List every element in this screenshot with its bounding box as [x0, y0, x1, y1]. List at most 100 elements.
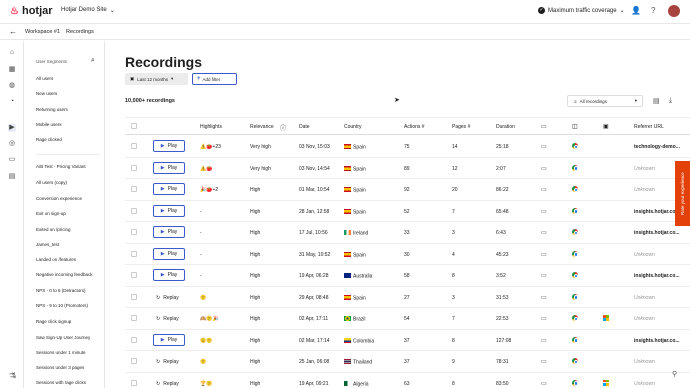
- col-relevance[interactable]: Relevance: [250, 124, 274, 130]
- play-button[interactable]: ▶ Play: [153, 140, 185, 152]
- table-row[interactable]: ↻ Replay 😕 High 29 Apr, 08:48 Spain 27 3 …: [125, 287, 690, 308]
- browser-icon: ◫: [572, 124, 578, 130]
- chrome-icon: [572, 250, 579, 257]
- col-actions[interactable]: Actions #: [404, 124, 425, 130]
- table-row[interactable]: ▶ Play ⚠️🍅+23 Very high 03 Nov, 15:03 Spa…: [125, 136, 690, 158]
- hotjar-logo[interactable]: ♨ hotjar: [10, 5, 53, 17]
- segment-item[interactable]: Mobile users: [36, 122, 62, 127]
- row-checkbox[interactable]: [131, 379, 137, 386]
- row-checkbox[interactable]: [131, 229, 137, 235]
- segment-item[interactable]: Sessions under 3 pages: [36, 365, 84, 370]
- row-checkbox[interactable]: [131, 164, 137, 171]
- table-row[interactable]: ↻ Replay 😕 High 25 Jan, 06:08 Thailand 37…: [125, 351, 690, 373]
- segment-item[interactable]: Negative incoming feedback: [36, 272, 93, 277]
- play-button[interactable]: ▶ Play: [153, 269, 185, 281]
- segment-item[interactable]: Returning users: [36, 107, 68, 112]
- chrome-icon: [572, 293, 579, 300]
- back-arrow-icon[interactable]: ←: [9, 27, 17, 36]
- table-row[interactable]: ▶ Play 😟😕 High 02 Mar, 17:14 Colombia 37 …: [125, 330, 690, 351]
- play-icon: ▶: [160, 143, 165, 149]
- page-title: Recordings: [125, 54, 203, 70]
- segment-item[interactable]: All users: [36, 76, 53, 81]
- col-referrer[interactable]: Referrer URL: [634, 124, 664, 130]
- avatar[interactable]: [668, 5, 680, 17]
- table-row[interactable]: ▶ Play - High 17 Jul, 10:56 Ireland 33 3 …: [125, 222, 690, 244]
- dashboard-icon[interactable]: ▦: [8, 66, 16, 74]
- segment-item[interactable]: Sessions under 1 minute: [36, 350, 86, 355]
- row-checkbox[interactable]: [131, 315, 137, 321]
- heatmap-icon[interactable]: ◍: [8, 82, 16, 90]
- download-icon[interactable]: ⤓: [669, 97, 672, 105]
- replay-button[interactable]: ↻ Replay: [156, 381, 179, 387]
- relevance: Very high: [250, 165, 271, 172]
- segment-item[interactable]: New users: [36, 91, 57, 96]
- table-row[interactable]: ↻ Replay 🙉😕🎉 High 02 Apr, 17:11 Brazil 54…: [125, 308, 690, 330]
- col-date[interactable]: Date: [299, 124, 310, 130]
- segment-item[interactable]: Rage click signup: [36, 319, 71, 324]
- table-row[interactable]: ▶ Play - High 28 Jan, 12:58 Spain 52 7 65…: [125, 201, 690, 222]
- table-row[interactable]: ▶ Play 🎉🍅+2 High 01 Mar, 10:54 Spain 92 2…: [125, 179, 690, 201]
- traffic-coverage-selector[interactable]: ✓ Maximum traffic coverage ⌄: [538, 7, 625, 14]
- play-button[interactable]: ▶ Play: [153, 183, 185, 195]
- desktop-icon: ▭: [541, 316, 547, 322]
- segment-item[interactable]: Conversion experience: [36, 196, 82, 201]
- col-pages[interactable]: Pages #: [452, 124, 470, 130]
- segment-item[interactable]: Sessions with rage clicks: [36, 380, 86, 385]
- table-row[interactable]: ▶ Play ⚠️🍅 Very high 03 Nov, 14:54 Spain …: [125, 158, 690, 179]
- replay-button[interactable]: ↻ Replay: [156, 359, 179, 365]
- segment-item[interactable]: Saw Sign-Up User Journey: [36, 335, 90, 340]
- segment-item[interactable]: A/B Test - Pricing Variant: [36, 164, 86, 169]
- row-checkbox[interactable]: [131, 186, 137, 192]
- home-icon[interactable]: ⌂: [8, 49, 16, 57]
- row-checkbox[interactable]: [131, 143, 137, 149]
- feedback-tab[interactable]: Rate your experience: [675, 161, 690, 226]
- play-button[interactable]: ▶ Play: [153, 226, 185, 238]
- segment-item[interactable]: Exit on sign-up: [36, 211, 66, 216]
- table-row[interactable]: ▶ Play - High 31 May, 10:52 Spain 30 4 45…: [125, 244, 690, 265]
- segment-item[interactable]: NPS - 0 to 6 (Detractors): [36, 288, 86, 293]
- add-user-icon[interactable]: 👤: [631, 6, 641, 15]
- segment-item[interactable]: James_test: [36, 242, 59, 247]
- segment-item[interactable]: Rage clicked: [36, 137, 62, 142]
- row-checkbox[interactable]: [131, 207, 137, 214]
- funnels-icon[interactable]: ◎: [8, 140, 16, 148]
- segment-item[interactable]: All users (copy): [36, 180, 67, 185]
- help-icon[interactable]: ?: [651, 6, 655, 15]
- row-checkbox[interactable]: [131, 336, 137, 343]
- search-icon[interactable]: ⌕: [91, 57, 95, 65]
- select-all-checkbox[interactable]: [131, 123, 137, 129]
- col-country[interactable]: Country: [344, 124, 362, 130]
- date-filter-button[interactable]: ▣ Last 12 months ▾: [125, 73, 188, 85]
- segment-item[interactable]: Exited on /pricing: [36, 227, 71, 232]
- play-button[interactable]: ▶ Play: [153, 247, 185, 260]
- col-duration[interactable]: Duration: [496, 124, 515, 130]
- segment-item[interactable]: Landed on /features: [36, 257, 76, 262]
- surveys-icon[interactable]: ▤: [8, 173, 16, 181]
- play-button[interactable]: ▶ Play: [153, 204, 185, 217]
- columns-icon[interactable]: ▤: [653, 97, 660, 105]
- recordings-icon[interactable]: ▶: [8, 124, 16, 132]
- segment-item[interactable]: NPS - 9 to 10 (Promoters): [36, 303, 88, 308]
- mouse-cursor-icon: ➤: [394, 97, 400, 104]
- add-filter-button[interactable]: + Add filter: [192, 73, 237, 85]
- row-checkbox[interactable]: [131, 293, 137, 300]
- site-selector[interactable]: Hotjar Demo Site ⌄: [61, 7, 115, 14]
- row-checkbox[interactable]: [131, 250, 137, 257]
- collapse-sidebar-icon[interactable]: ⇥: [10, 373, 16, 381]
- replay-button[interactable]: ↻ Replay: [156, 316, 179, 322]
- col-highlights[interactable]: Highlights: [200, 124, 222, 130]
- recordings-type-select[interactable]: ≡ All recordings ▾: [567, 95, 643, 107]
- insights-icon[interactable]: ◔: [8, 98, 16, 106]
- row-checkbox[interactable]: [131, 272, 137, 278]
- replay-button[interactable]: ↻ Replay: [156, 295, 179, 301]
- feedback-icon[interactable]: ▭: [8, 156, 16, 164]
- link-icon[interactable]: ⚲: [672, 370, 677, 378]
- table-row[interactable]: ▶ Play - High 19 Apr, 06:28 Australia 58 …: [125, 265, 690, 287]
- breadcrumb-workspace[interactable]: Workspace #1: [25, 29, 60, 35]
- flag-icon: [344, 294, 351, 300]
- play-button[interactable]: ▶ Play: [153, 161, 185, 174]
- table-row[interactable]: ↻ Replay 🏆😕 High 19 Apr, 09:21 Algeria 63…: [125, 373, 690, 388]
- play-button[interactable]: ▶ Play: [153, 333, 185, 346]
- row-checkbox[interactable]: [131, 358, 137, 364]
- info-icon[interactable]: ⓘ: [280, 123, 286, 132]
